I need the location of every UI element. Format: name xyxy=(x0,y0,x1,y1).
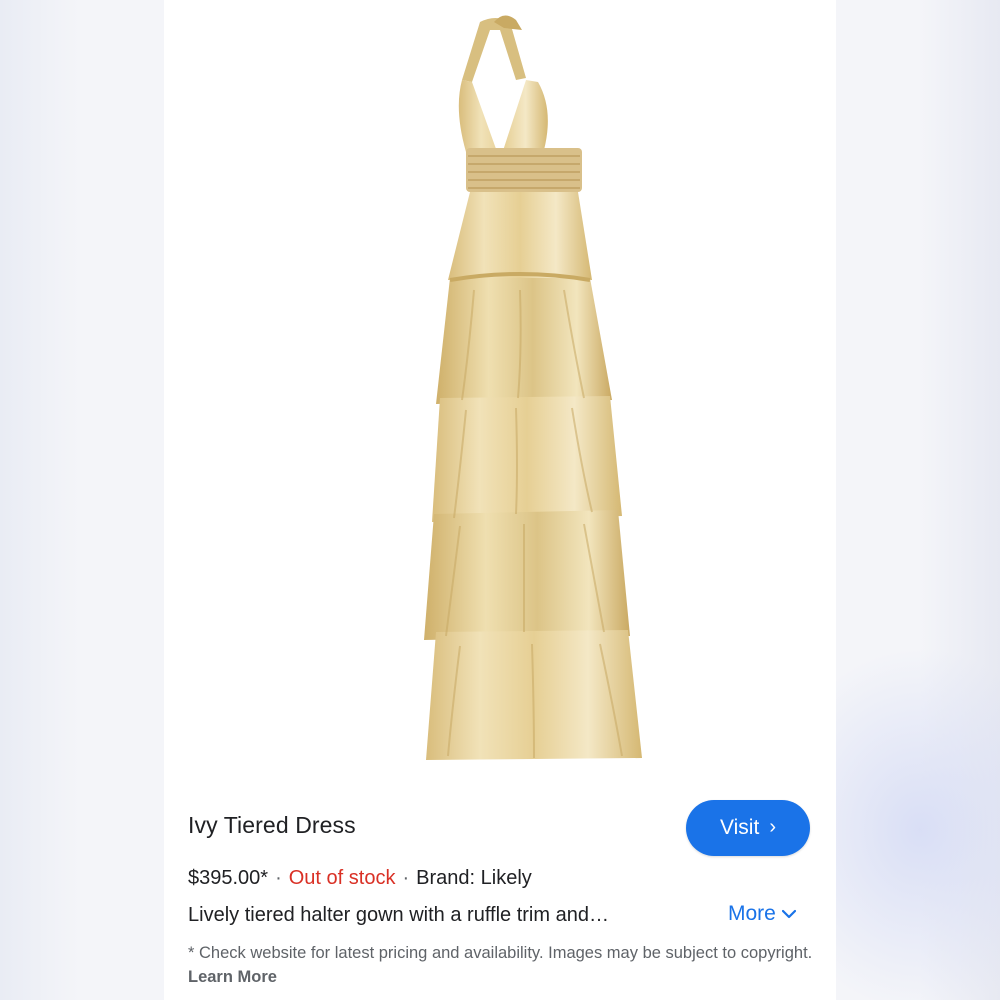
disclaimer-text: * Check website for latest pricing and a… xyxy=(188,944,813,962)
chevron-down-icon xyxy=(781,909,796,919)
separator-dot: · xyxy=(275,867,282,889)
tier-3 xyxy=(424,510,630,640)
price: $395.00* xyxy=(188,867,269,889)
brand: Brand: Likely xyxy=(416,867,532,889)
more-button[interactable]: More xyxy=(728,902,796,926)
smocked-waist xyxy=(466,148,582,192)
visit-button[interactable]: Visit › xyxy=(686,800,810,856)
product-card: Ivy Tiered Dress Visit › $395.00* · Out of… xyxy=(164,0,836,1000)
tier-1 xyxy=(436,278,612,404)
product-meta: $395.00* · Out of stock · Brand: Likely xyxy=(188,867,532,890)
disclaimer: * Check website for latest pricing and a… xyxy=(188,941,818,989)
visit-label: Visit xyxy=(720,816,760,839)
chevron-right-icon: › xyxy=(769,815,776,838)
separator-dot: · xyxy=(402,867,410,889)
more-label: More xyxy=(728,902,776,925)
product-image[interactable] xyxy=(204,0,796,780)
upper-skirt xyxy=(448,192,592,280)
product-description: Lively tiered halter gown with a ruffle … xyxy=(188,904,609,926)
product-title[interactable]: Ivy Tiered Dress xyxy=(188,812,356,839)
stock-status: Out of stock xyxy=(288,867,396,889)
learn-more-link[interactable]: Learn More xyxy=(188,968,277,986)
dress-illustration xyxy=(424,15,642,760)
